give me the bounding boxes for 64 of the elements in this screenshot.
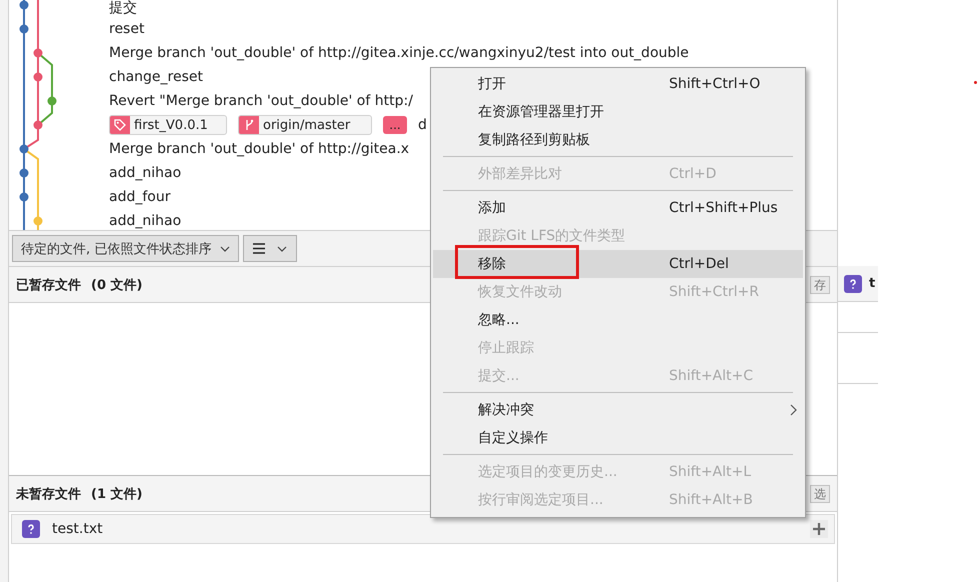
view-mode-dropdown[interactable]	[243, 235, 298, 262]
commit-message: 提交	[109, 0, 137, 17]
file-count: (0 文件)	[91, 276, 142, 294]
shortcut-label: Shift+Alt+C	[669, 368, 754, 384]
shortcut-label: Shift+Ctrl+O	[669, 76, 760, 92]
menu-item[interactable]: 忽略...	[433, 306, 803, 334]
commit-message: Merge branch 'out_double' of http://gitea.xinje.cc/wangxinyu2/test into out_double	[109, 45, 689, 61]
untracked-icon	[22, 520, 40, 538]
section-title: 未暂存文件	[16, 486, 81, 502]
menu-label: 复制路径到剪贴板	[478, 131, 590, 149]
shortcut-label: Shift+Alt+L	[669, 464, 752, 480]
menu-label: 停止跟踪	[478, 339, 534, 357]
menu-label: 外部差异比对	[478, 165, 562, 183]
more-refs-badge[interactable]: ...	[383, 116, 407, 134]
add-icon[interactable]	[810, 520, 828, 538]
chevron-icon	[277, 246, 288, 252]
file-count: (1 文件)	[91, 486, 142, 502]
commit-message: d	[418, 117, 427, 133]
chevron-icon	[220, 246, 230, 252]
file-title: t	[869, 276, 876, 291]
file-row[interactable]: test.txt	[11, 514, 835, 544]
menu-item[interactable]: 在资源管理器里打开	[433, 98, 803, 126]
branch-label: origin/master	[262, 118, 352, 132]
menu-item[interactable]: 添加 Ctrl+Shift+Plus	[433, 194, 803, 222]
menu-label: 按行审阅选定项目...	[478, 491, 604, 509]
commit-message: add_nihao	[109, 213, 182, 229]
menu-item[interactable]: 打开 Shift+Ctrl+O	[433, 70, 803, 98]
tag-icon	[114, 119, 126, 131]
menu-label: 打开	[478, 75, 506, 93]
commit-message: add_nihao	[109, 165, 182, 181]
stage-button[interactable]: 存	[810, 276, 830, 294]
list-icon	[253, 243, 266, 254]
menu-label: 跟踪Git LFS的文件类型	[478, 227, 626, 245]
commit-message: Revert "Merge branch 'out_double' of http:/	[109, 93, 413, 109]
section-title: 已暂存文件	[16, 276, 81, 294]
commit-message: change_reset	[109, 69, 203, 85]
shortcut-label: Shift+Ctrl+R	[669, 284, 759, 300]
tag-badge[interactable]: first_V0.0.1	[109, 115, 227, 135]
commit-message: reset	[109, 21, 144, 37]
untracked-icon	[844, 274, 862, 292]
menu-item[interactable]: 复制路径到剪贴板	[433, 126, 803, 154]
commit-message: Merge branch 'out_double' of http://gitea.x	[109, 141, 410, 157]
menu-label: 选定项目的变更历史...	[478, 463, 618, 481]
select-button[interactable]: 选	[810, 484, 830, 502]
commit-message: add_four	[109, 189, 170, 205]
filter-dropdown[interactable]: 待定的文件, 已依照文件状态排序	[12, 235, 240, 262]
dot-mark	[974, 81, 977, 84]
shortcut-label: Ctrl+D	[669, 166, 716, 182]
menu-label: 解决冲突	[478, 401, 534, 419]
menu-label: 自定义操作	[478, 429, 548, 447]
menu-item[interactable]: 自定义操作	[433, 424, 803, 452]
menu-label: 提交...	[478, 367, 520, 385]
menu-label: 在资源管理器里打开	[478, 103, 604, 121]
branch-badge[interactable]: origin/master	[238, 115, 372, 135]
menu-item[interactable]: 解决冲突	[433, 396, 803, 424]
file-name: test.txt	[52, 521, 103, 537]
tag-label: first_V0.0.1	[133, 118, 209, 132]
menu-label: 移除	[478, 255, 506, 273]
menu-label: 添加	[478, 199, 506, 217]
menu-label: 恢复文件改动	[478, 283, 562, 301]
menu-label: 忽略...	[478, 311, 520, 329]
shortcut-label: Ctrl+Shift+Plus	[669, 200, 778, 216]
shortcut-label: Shift+Alt+B	[669, 492, 753, 508]
shortcut-label: Ctrl+Del	[669, 256, 729, 272]
